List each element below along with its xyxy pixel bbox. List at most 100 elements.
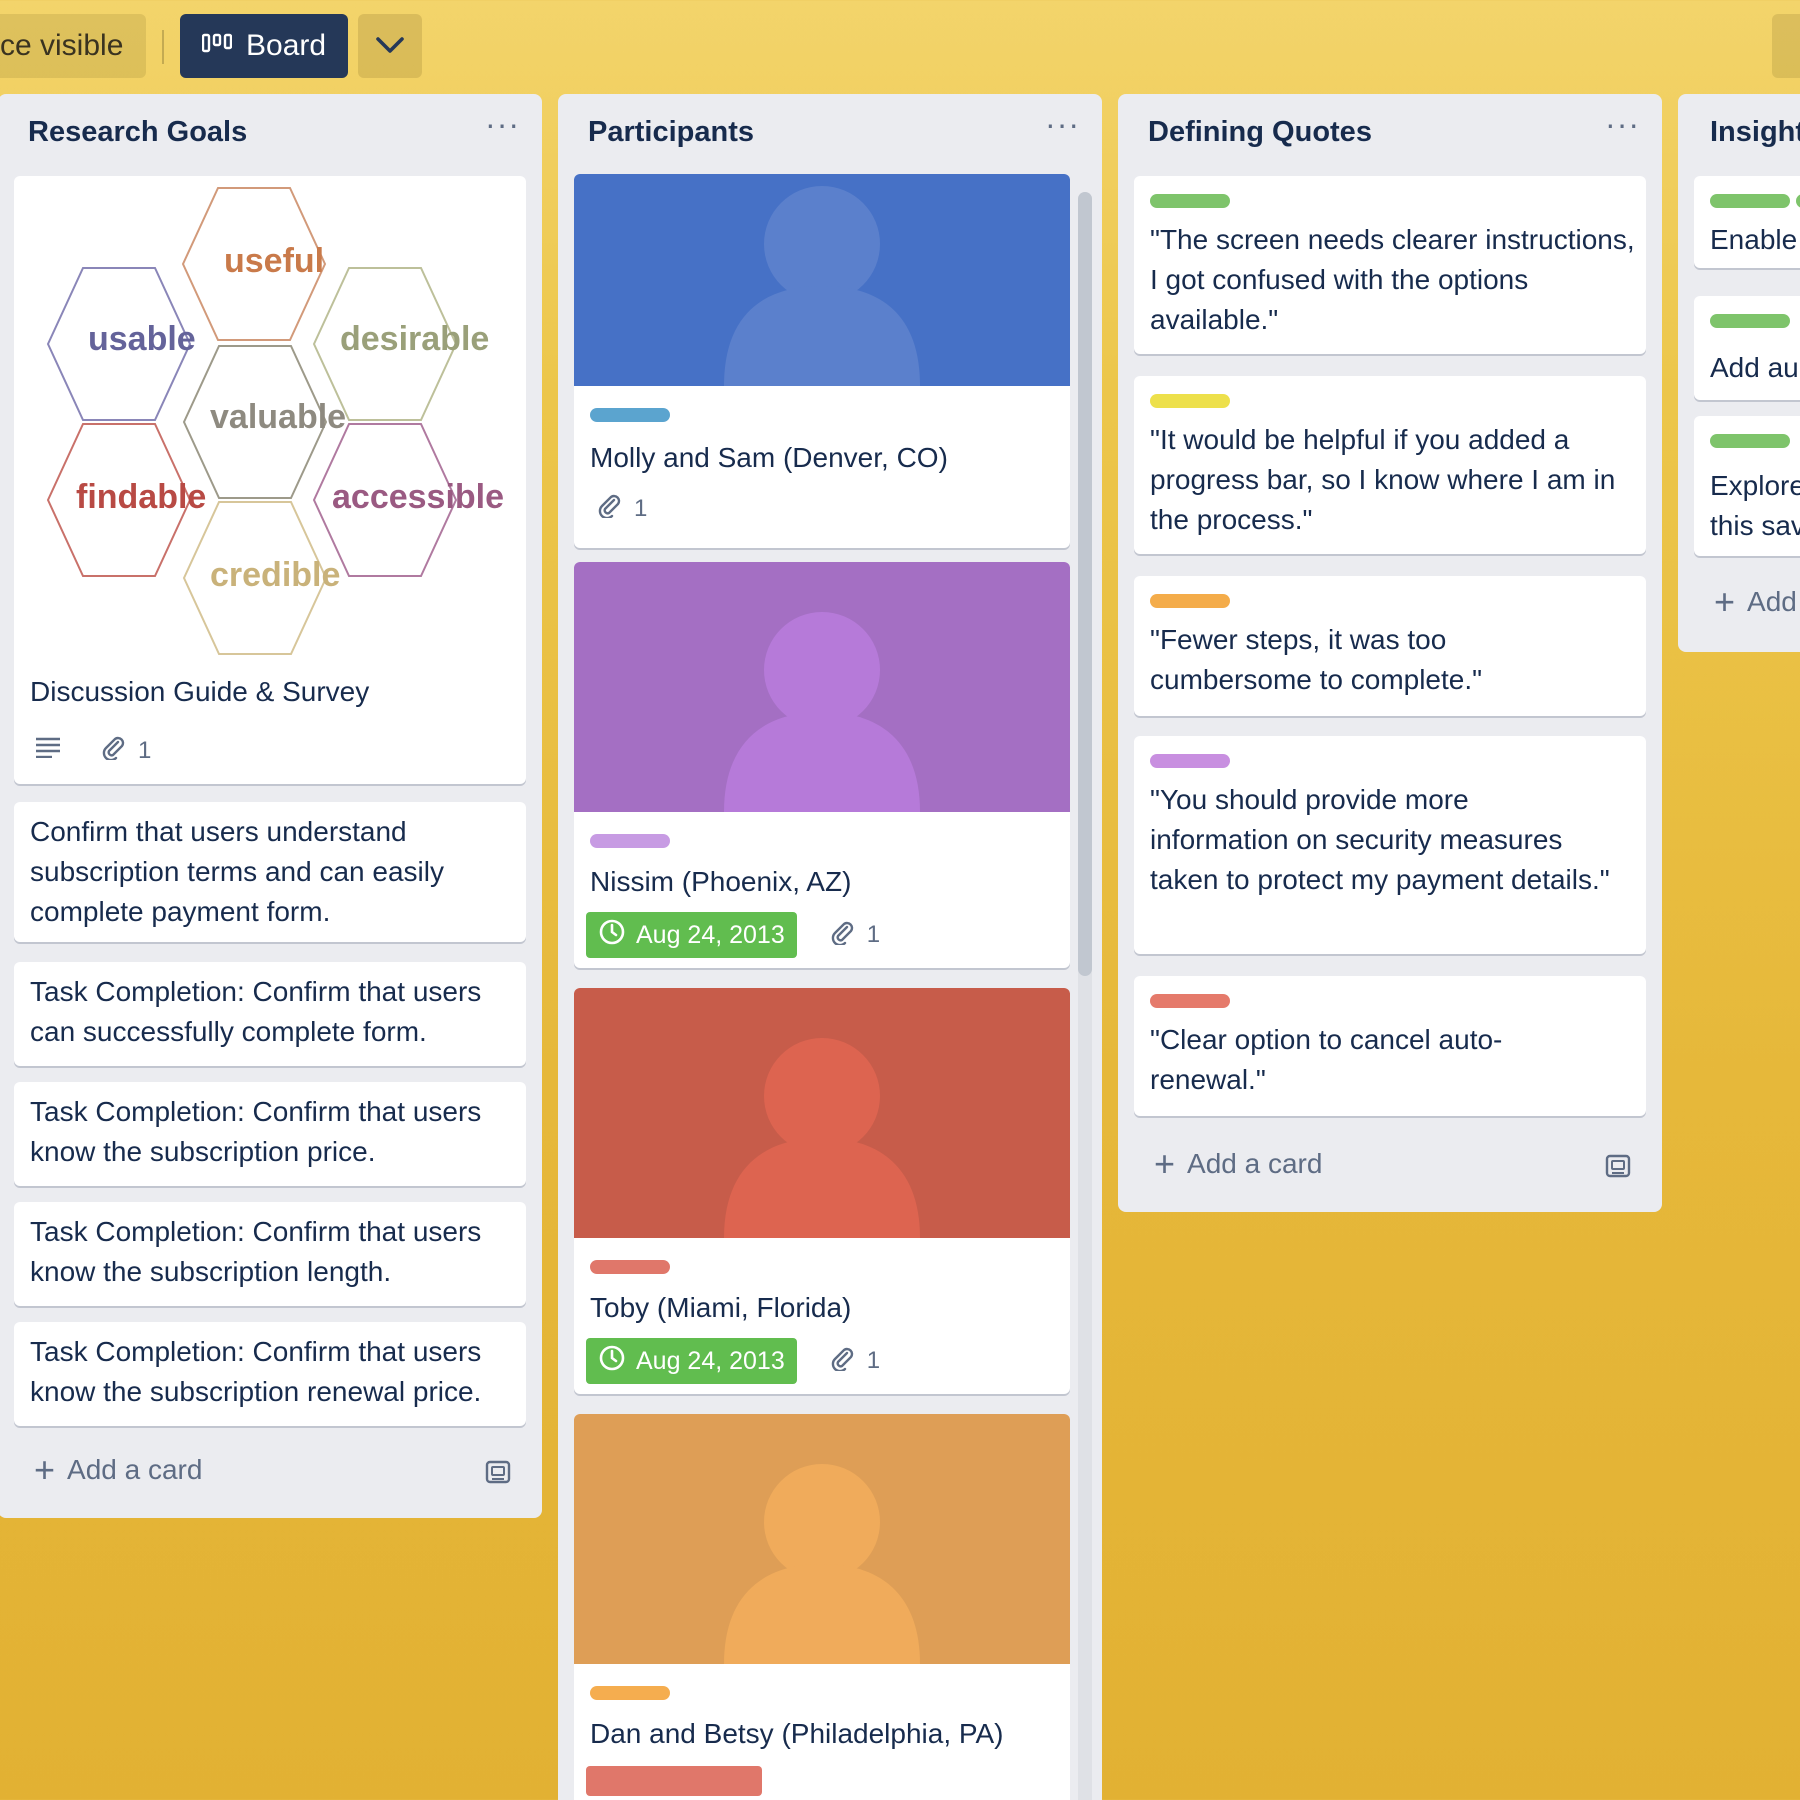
- card-research-goal[interactable]: Task Completion: Confirm that users know…: [14, 1082, 526, 1186]
- header-divider: [162, 30, 164, 64]
- card-insight[interactable]: Explore this sav: [1694, 416, 1800, 556]
- plus-icon: +: [34, 1449, 56, 1490]
- list-header: Research Goals ···: [0, 94, 542, 176]
- card-title: Confirm that users understand subscripti…: [30, 816, 444, 927]
- card-cover: [574, 988, 1070, 1238]
- card-quote[interactable]: "You should provide more information on …: [1134, 736, 1646, 954]
- list-header: Defining Quotes ···: [1118, 94, 1662, 176]
- card-title: "Fewer steps, it was too cumbersome to c…: [1150, 624, 1483, 695]
- card-title: Discussion Guide & Survey: [30, 676, 370, 707]
- description-icon: [34, 736, 62, 765]
- card-label: [590, 834, 670, 848]
- card-label: [1150, 394, 1230, 408]
- card-label: [1710, 314, 1790, 328]
- list-menu-icon[interactable]: ···: [1045, 106, 1080, 143]
- card-title-line-1: Explore: [1710, 470, 1800, 501]
- list-menu-icon[interactable]: ···: [485, 106, 520, 143]
- card-template-icon[interactable]: [484, 1458, 512, 1491]
- card-title: Task Completion: Confirm that users know…: [30, 1216, 482, 1287]
- card-quote[interactable]: "It would be helpful if you added a prog…: [1134, 376, 1646, 554]
- add-card-label: Add: [1747, 586, 1797, 617]
- card-participant[interactable]: Dan and Betsy (Philadelphia, PA): [574, 1414, 1070, 1800]
- attachment-count: 1: [866, 1347, 881, 1374]
- list-title[interactable]: Participants: [588, 116, 754, 149]
- card-title: Dan and Betsy (Philadelphia, PA): [590, 1718, 1004, 1749]
- add-card-label: Add a card: [67, 1454, 203, 1485]
- card-title: Enable: [1710, 224, 1798, 255]
- card-title: Task Completion: Confirm that users know…: [30, 1096, 482, 1167]
- card-participant[interactable]: Toby (Miami, Florida) Aug 24, 2013 1: [574, 988, 1070, 1394]
- board-view-button[interactable]: Board: [180, 14, 348, 78]
- attachment-count: 1: [866, 921, 881, 948]
- card-participant[interactable]: Molly and Sam (Denver, CO) 1: [574, 174, 1070, 548]
- list-scrollbar-thumb[interactable]: [1078, 192, 1092, 976]
- card-title: Task Completion: Confirm that users know…: [30, 1336, 482, 1407]
- list-header: Insight: [1678, 94, 1800, 176]
- card-research-goal[interactable]: Task Completion: Confirm that users know…: [14, 1202, 526, 1306]
- add-card-button[interactable]: + Add: [1714, 584, 1797, 620]
- list-menu-icon[interactable]: ···: [1605, 106, 1640, 143]
- card-label: [1150, 594, 1230, 608]
- header-right-button[interactable]: [1772, 14, 1800, 78]
- attachment-icon: [100, 734, 126, 767]
- visibility-label: ce visible: [0, 29, 124, 62]
- due-date-badge[interactable]: Aug 24, 2013: [586, 1338, 797, 1384]
- list-defining-quotes: Defining Quotes ··· "The screen needs cl…: [1118, 94, 1662, 1212]
- card-title: "The screen needs clearer instructions, …: [1150, 224, 1635, 335]
- card-title: Add au: [1710, 352, 1799, 383]
- card-title: Task Completion: Confirm that users can …: [30, 976, 482, 1047]
- list-title[interactable]: Insight: [1710, 116, 1800, 149]
- card-label: [1150, 194, 1230, 208]
- visibility-button[interactable]: ce visible: [0, 14, 146, 78]
- card-insight[interactable]: Enable: [1694, 176, 1800, 268]
- card-title-line-2: this sav: [1710, 510, 1800, 541]
- due-date-text: Aug 24, 2013: [636, 1346, 785, 1375]
- card-quote[interactable]: "Fewer steps, it was too cumbersome to c…: [1134, 576, 1646, 716]
- card-research-goal[interactable]: Task Completion: Confirm that users know…: [14, 1322, 526, 1426]
- hex-word-valuable: valuable: [210, 398, 347, 436]
- card-badges: Aug 24, 2013 1: [586, 912, 880, 958]
- card-label: [1710, 434, 1790, 448]
- attachment-count: 1: [634, 494, 648, 522]
- card-label: [1150, 754, 1230, 768]
- clock-icon: [598, 918, 626, 953]
- view-switcher-button[interactable]: [358, 14, 422, 78]
- card-quote[interactable]: "Clear option to cancel auto-renewal.": [1134, 976, 1646, 1116]
- hex-word-useful: useful: [224, 242, 325, 280]
- hex-word-accessible: accessible: [332, 478, 505, 516]
- clock-icon: [598, 1344, 626, 1379]
- card-label: [590, 1260, 670, 1274]
- board-header: ce visible Board: [0, 0, 1800, 90]
- attachment-count: 1: [138, 736, 152, 764]
- card-research-goal[interactable]: Task Completion: Confirm that users can …: [14, 962, 526, 1066]
- hex-word-desirable: desirable: [340, 320, 490, 358]
- card-badge-partial: [586, 1766, 762, 1796]
- card-insight[interactable]: Add au: [1694, 296, 1800, 400]
- card-cover: [574, 174, 1070, 386]
- card-participant[interactable]: Nissim (Phoenix, AZ) Aug 24, 2013 1: [574, 562, 1070, 968]
- plus-icon: +: [1154, 1143, 1176, 1184]
- card-label: [1710, 194, 1790, 208]
- card-label: [590, 408, 670, 422]
- card-title: Molly and Sam (Denver, CO): [590, 442, 948, 473]
- card-badges: 1: [34, 734, 151, 767]
- list-title[interactable]: Research Goals: [28, 116, 247, 149]
- list-insights: Insight Enable Add au Explore this sav +…: [1678, 94, 1800, 652]
- attachment-icon: [596, 492, 622, 525]
- card-cover: [574, 1414, 1070, 1664]
- due-date-badge[interactable]: Aug 24, 2013: [586, 912, 797, 958]
- card-template-icon[interactable]: [1604, 1152, 1632, 1185]
- card-discussion-guide[interactable]: useful usable desirable valuable findabl…: [14, 176, 526, 784]
- list-title[interactable]: Defining Quotes: [1148, 116, 1372, 149]
- add-card-label: Add a card: [1187, 1148, 1323, 1179]
- card-research-goal[interactable]: Confirm that users understand subscripti…: [14, 802, 526, 942]
- card-title: Toby (Miami, Florida): [590, 1292, 852, 1323]
- card-label-extra: [1796, 194, 1800, 208]
- due-date-text: Aug 24, 2013: [636, 920, 785, 949]
- add-card-button[interactable]: + Add a card: [34, 1452, 202, 1488]
- attachment-icon: [829, 1345, 855, 1378]
- plus-icon: +: [1714, 581, 1736, 622]
- add-card-button[interactable]: + Add a card: [1154, 1146, 1322, 1182]
- card-quote[interactable]: "The screen needs clearer instructions, …: [1134, 176, 1646, 354]
- card-cover: [574, 562, 1070, 812]
